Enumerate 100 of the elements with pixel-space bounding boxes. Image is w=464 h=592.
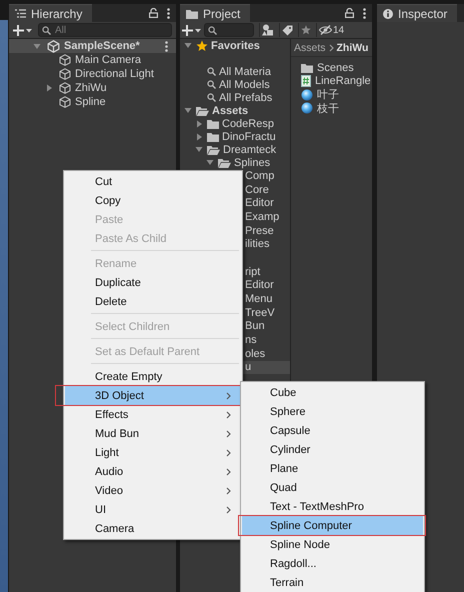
expanded-arrow-icon[interactable] xyxy=(195,146,203,153)
hierarchy-item[interactable]: Directional Light xyxy=(9,67,154,81)
collapsed-arrow-icon[interactable] xyxy=(196,120,202,128)
search-field[interactable] xyxy=(204,23,254,37)
folder-name[interactable]: u xyxy=(245,361,252,374)
menu-item[interactable]: Copy xyxy=(65,191,241,210)
menu-item[interactable]: Mud Bun xyxy=(65,424,241,443)
menu-item[interactable]: Cut xyxy=(65,172,241,191)
inspector-tab[interactable]: Inspector xyxy=(377,4,458,22)
menu-item[interactable]: Spline Computer xyxy=(242,516,423,535)
folder-name[interactable]: Prese xyxy=(245,224,274,237)
hierarchy-tab[interactable]: Hierarchy xyxy=(9,4,92,22)
folder-name[interactable]: Editor xyxy=(245,197,274,210)
list-icon xyxy=(15,9,26,18)
folder-name[interactable]: DinoFractu xyxy=(222,130,276,142)
menu-item[interactable]: Camera xyxy=(65,519,241,538)
eye-slash-icon xyxy=(319,25,332,35)
folder-icon xyxy=(186,8,198,18)
lock-icon[interactable] xyxy=(149,8,158,18)
folder-name[interactable]: ns xyxy=(245,334,257,346)
star-icon xyxy=(196,40,208,52)
folder-name[interactable]: oles xyxy=(245,348,266,360)
plus-icon[interactable] xyxy=(13,24,32,36)
breadcrumb-item[interactable]: ZhiWu xyxy=(336,42,368,54)
scene-row[interactable]: SampleScene* xyxy=(9,39,176,53)
collapsed-arrow-icon[interactable] xyxy=(196,132,202,140)
search-icon xyxy=(42,26,51,34)
expanded-arrow-icon[interactable] xyxy=(33,42,41,50)
tag-icon[interactable] xyxy=(282,24,293,36)
menu-item[interactable]: Audio xyxy=(65,462,241,481)
more-options-icon[interactable] xyxy=(363,8,366,18)
tab-strip xyxy=(457,4,464,22)
menu-item[interactable]: Video xyxy=(65,481,241,500)
folder-name[interactable]: Editor xyxy=(245,279,274,292)
asset-name[interactable]: 叶子 xyxy=(317,87,339,102)
folder-name[interactable]: Favorites xyxy=(211,40,260,52)
folder-name[interactable]: Comp xyxy=(245,170,274,182)
expanded-arrow-icon[interactable] xyxy=(184,42,192,49)
more-options-icon[interactable] xyxy=(167,8,170,18)
hierarchy-item[interactable]: ZhiWu xyxy=(9,81,107,95)
more-options-icon[interactable] xyxy=(165,40,168,52)
plus-icon[interactable] xyxy=(182,24,201,36)
collapsed-arrow-icon[interactable] xyxy=(46,84,52,92)
menu-item[interactable]: 3D Object xyxy=(65,386,241,405)
folder-name[interactable]: ript xyxy=(245,266,260,278)
folder-icon xyxy=(301,62,313,73)
menu-item[interactable]: Effects xyxy=(65,405,241,424)
hidden-packages-toggle[interactable]: 14 xyxy=(316,23,346,37)
shapes-icon[interactable] xyxy=(262,24,274,36)
star-icon[interactable] xyxy=(301,25,311,35)
expanded-arrow-icon[interactable] xyxy=(184,107,192,114)
sphere-icon xyxy=(301,88,313,101)
folder-name[interactable]: Examp xyxy=(245,210,280,223)
menu-item[interactable]: Spline Node xyxy=(242,535,423,554)
menu-item[interactable]: Ragdoll... xyxy=(242,554,423,573)
folder-name[interactable]: TreeV xyxy=(245,306,275,319)
folder-name[interactable]: Menu xyxy=(245,293,273,306)
menu-item[interactable]: Cylinder xyxy=(242,440,423,459)
menu-item[interactable]: Terrain xyxy=(242,573,423,592)
menu-item[interactable]: Delete xyxy=(65,292,241,311)
saved-search-item[interactable]: All Models xyxy=(219,78,270,90)
folder-name[interactable]: Core xyxy=(245,184,269,196)
menu-item[interactable]: Text - TextMeshPro xyxy=(242,497,423,516)
project-tab[interactable]: Project xyxy=(180,4,250,22)
folder-name[interactable]: Dreamteck xyxy=(223,144,276,156)
search-icon xyxy=(207,80,216,89)
menu-item[interactable]: Cube xyxy=(242,383,423,402)
menu-item[interactable]: Quad xyxy=(242,478,423,497)
asset-name[interactable]: Scenes xyxy=(317,62,354,74)
hierarchy-item[interactable]: Spline xyxy=(9,95,106,109)
saved-search-item[interactable]: All Prefabs xyxy=(219,92,272,104)
open-folder-icon xyxy=(207,144,220,154)
menu-item[interactable]: Capsule xyxy=(242,421,423,440)
folder-name[interactable]: Splines xyxy=(234,156,270,168)
lock-icon[interactable] xyxy=(345,8,354,18)
script-icon xyxy=(301,75,311,88)
menu-item[interactable]: Light xyxy=(65,443,241,462)
folder-name[interactable]: CodeResp xyxy=(222,118,274,130)
search-icon xyxy=(207,67,216,76)
search-field[interactable]: All xyxy=(38,23,172,37)
expanded-arrow-icon[interactable] xyxy=(206,159,214,166)
menu-item[interactable]: Duplicate xyxy=(65,273,241,292)
saved-search-item[interactable]: All Materia xyxy=(219,66,271,78)
menu-item[interactable]: Sphere xyxy=(242,402,423,421)
menu-item[interactable]: Create Empty xyxy=(65,367,241,386)
menu-item[interactable]: Plane xyxy=(242,459,423,478)
breadcrumb-item[interactable]: Assets xyxy=(294,42,326,54)
cube-icon xyxy=(59,54,71,66)
menu-item[interactable]: UI xyxy=(65,500,241,519)
search-icon xyxy=(207,93,216,102)
chevron-icon xyxy=(226,410,231,418)
folder-name[interactable]: Assets xyxy=(212,104,248,116)
cube-icon xyxy=(59,82,71,94)
asset-name[interactable]: 枝干 xyxy=(317,100,339,116)
folder-name[interactable]: Bun xyxy=(245,320,265,332)
hierarchy-item[interactable]: Main Camera xyxy=(9,53,142,67)
asset-name[interactable]: LineRangle xyxy=(315,75,371,88)
sphere-icon xyxy=(301,102,313,114)
folder-name[interactable]: ilities xyxy=(245,238,270,250)
info-icon xyxy=(383,8,393,18)
